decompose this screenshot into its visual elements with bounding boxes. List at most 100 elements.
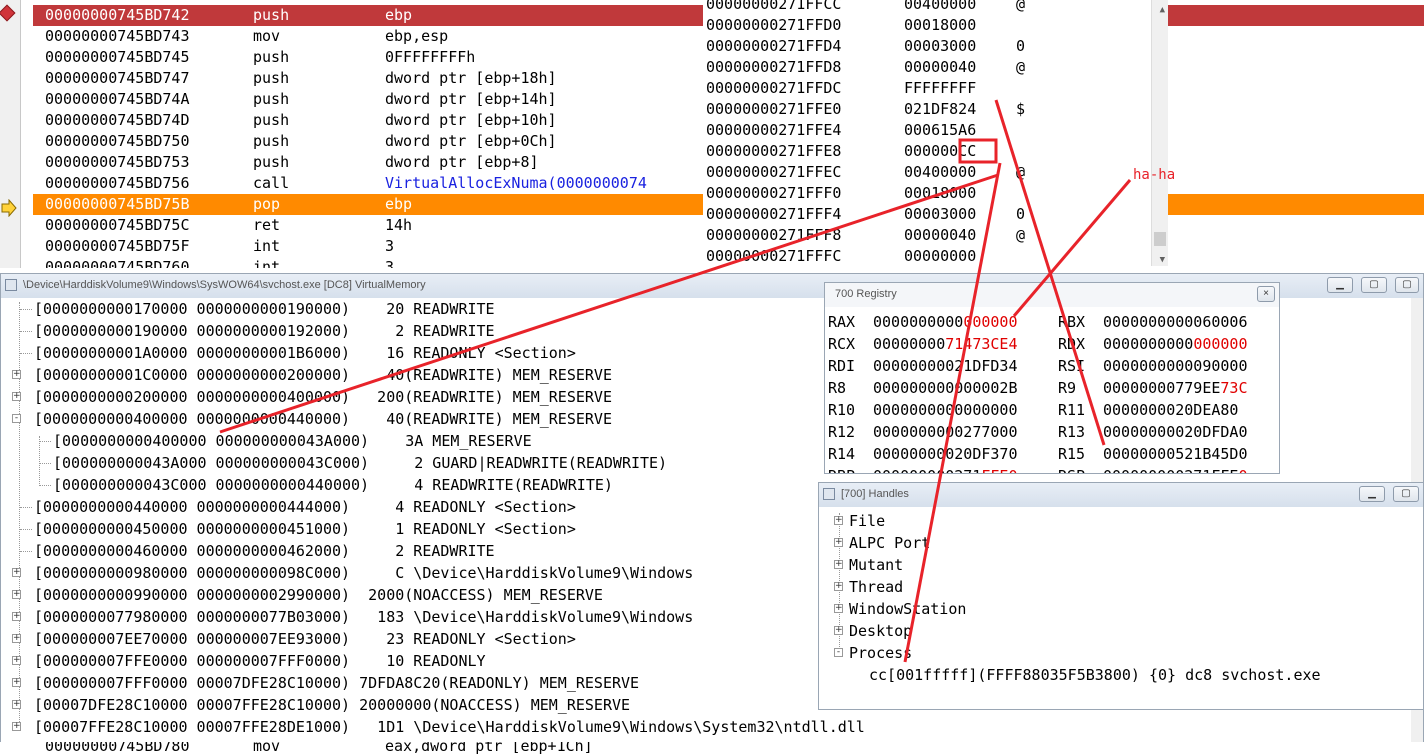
expand-icon[interactable]: + <box>12 656 21 665</box>
handle-group-file[interactable]: + File <box>834 510 885 532</box>
register-value[interactable]: 0000000000000000 <box>873 399 1018 421</box>
register-value[interactable]: 0000000000000000 <box>1103 333 1248 355</box>
expand-icon[interactable]: + <box>834 626 843 635</box>
memory-region-row[interactable]: [00000000001A0000 00000000001B6000) 16 R… <box>20 342 576 364</box>
expand-icon[interactable]: + <box>12 590 21 599</box>
expand-icon[interactable]: + <box>834 582 843 591</box>
register-value[interactable]: 0000000000000000 <box>873 311 1018 333</box>
memory-region-row[interactable]: + [00007FFE28C10000 00007FFE28DE1000) 1D1… <box>12 716 865 738</box>
process-handle-row[interactable]: cc[001fffff](FFFF88035F5B3800) {0} dc8 s… <box>869 664 1321 686</box>
memory-region-row[interactable]: + [00000000001C0000 0000000000200000) 40(… <box>12 364 612 386</box>
memory-region-row[interactable]: [0000000000450000 0000000000451000) 1 RE… <box>20 518 576 540</box>
maximize-button[interactable]: ▢ <box>1361 277 1387 293</box>
register-value[interactable]: 000000000271FFE0 <box>1103 465 1248 473</box>
memory-region-row[interactable]: + [000000007FFE0000 000000007FFF0000) 10 … <box>12 650 486 672</box>
expand-icon[interactable]: + <box>834 516 843 525</box>
register-value-unchanged: 0000000000277000 <box>873 423 1018 441</box>
memory-region-row[interactable]: [0000000000190000 0000000000192000) 2 RE… <box>20 320 495 342</box>
disasm-row[interactable]: 00000000745BD780 mov eax,dword ptr [ebp+… <box>33 742 1424 756</box>
process-handle-text: cc[001fffff](FFFF88035F5B3800) {0} dc8 s… <box>869 666 1321 684</box>
scroll-thumb[interactable] <box>1154 232 1166 246</box>
memory-region-row[interactable]: - [0000000000400000 0000000000440000) 40(… <box>12 408 612 430</box>
expand-icon[interactable]: + <box>12 700 21 709</box>
memory-region-row[interactable]: [000000000043A000 000000000043C000) 2 GU… <box>39 452 667 474</box>
registry-close-button[interactable]: × <box>1257 286 1275 302</box>
register-value[interactable]: 000000000000002B <box>873 377 1018 399</box>
stack-scrollbar[interactable]: ▲ ▼ <box>1151 0 1168 266</box>
handles-titlebar[interactable]: [700] Handles ▁ ▢ <box>819 483 1423 507</box>
expand-icon[interactable]: + <box>834 604 843 613</box>
register-value[interactable]: 0000000071473CE4 <box>873 333 1018 355</box>
register-value[interactable]: 000000000271FFE0 <box>873 465 1018 473</box>
stack-addr: 00000000271FFDC <box>706 79 842 97</box>
register-value[interactable]: 0000000000277000 <box>873 421 1018 443</box>
register-name: RBP <box>828 465 855 473</box>
handle-group-thread[interactable]: + Thread <box>834 576 903 598</box>
expand-icon[interactable]: + <box>12 370 21 379</box>
disasm-mn: int <box>253 258 281 268</box>
breakpoint-gutter[interactable] <box>0 0 21 268</box>
minimize-button[interactable]: ▁ <box>1327 277 1353 293</box>
register-name: R13 <box>1058 423 1086 441</box>
memory-region-row[interactable]: [0000000000170000 0000000000190000) 20 R… <box>20 298 495 320</box>
close-button[interactable]: ▢ <box>1395 277 1419 293</box>
memory-region-row[interactable]: + [0000000000200000 0000000000400000) 200… <box>12 386 612 408</box>
stack-addr: 00000000271FFD0 <box>706 16 842 34</box>
tree-guide-line <box>39 436 40 486</box>
disasm-mn: mov <box>253 27 281 45</box>
register-value[interactable]: 00000000021DFD34 <box>873 355 1018 377</box>
disasm-addr: 00000000745BD743 <box>45 27 190 45</box>
handle-group-label: ALPC Port <box>849 534 931 552</box>
handles-title: [700] Handles <box>841 488 909 500</box>
handle-group-alpc-port[interactable]: + ALPC Port <box>834 532 931 554</box>
handle-group-windowstation[interactable]: + WindowStation <box>834 598 966 620</box>
memory-region-row[interactable]: [0000000000460000 0000000000462000) 2 RE… <box>20 540 495 562</box>
stack-val: 021DF824 <box>904 100 977 118</box>
register-value[interactable]: 0000000020DEA80 <box>1103 399 1238 421</box>
disasm-op: 3 <box>385 258 395 268</box>
register-value-unchanged: 0000000000000000 <box>873 401 1018 419</box>
expand-icon[interactable]: + <box>12 612 21 621</box>
handle-group-process[interactable]: - Process <box>834 642 912 664</box>
memory-region-row[interactable]: + [00007DFE28C10000 00007FFE28C10000) 200… <box>12 694 630 716</box>
memory-region-row[interactable]: + [000000007FFF0000 00007DFE28C10000) 7DF… <box>12 672 639 694</box>
stack-view[interactable]: 00000000271FFCC 00400000 @00000000271FFD0 0… <box>703 0 1168 266</box>
collapse-icon[interactable]: - <box>834 648 843 657</box>
stack-addr: 00000000271FFF8 <box>706 226 842 244</box>
register-value[interactable]: 0000000000060006 <box>1103 311 1248 333</box>
memory-region-row[interactable]: + [0000000077980000 0000000077B03000) 183… <box>12 606 693 628</box>
memory-region-row[interactable]: [0000000000400000 000000000043A000) 3A M… <box>39 430 532 452</box>
expand-icon[interactable]: + <box>12 568 21 577</box>
expand-icon[interactable]: + <box>12 678 21 687</box>
memory-region-text: [0000000000980000 000000000098C000) C \D… <box>34 564 694 582</box>
expand-icon[interactable]: + <box>834 560 843 569</box>
handles-maximize-button[interactable]: ▢ <box>1393 486 1419 502</box>
memory-region-row[interactable]: + [000000007EE70000 000000007EE93000) 23 … <box>12 628 576 650</box>
expand-icon[interactable]: + <box>12 634 21 643</box>
expand-icon[interactable]: + <box>834 538 843 547</box>
collapse-icon[interactable]: - <box>12 414 21 423</box>
register-value[interactable]: 00000000020DF370 <box>873 443 1018 465</box>
registry-titlebar[interactable]: 700 Registry × <box>825 283 1279 307</box>
scroll-up-icon[interactable]: ▲ <box>1160 0 1165 21</box>
expand-icon[interactable]: + <box>12 392 21 401</box>
window-icon <box>823 488 835 500</box>
handles-minimize-button[interactable]: ▁ <box>1359 486 1385 502</box>
memory-region-row[interactable]: + [0000000000980000 000000000098C000) C \… <box>12 562 694 584</box>
expand-icon[interactable]: + <box>12 722 21 731</box>
register-value[interactable]: 00000000779EE73C <box>1103 377 1248 399</box>
memory-region-row[interactable]: + [0000000000990000 0000000002990000) 200… <box>12 584 603 606</box>
memory-region-text: [000000007EE70000 000000007EE93000) 23 R… <box>34 630 576 648</box>
disasm-mn: pop <box>253 195 281 213</box>
stack-addr: 00000000271FFD4 <box>706 37 842 55</box>
register-name: RBX <box>1058 313 1086 331</box>
register-value[interactable]: 00000000020DFDA0 <box>1103 421 1248 443</box>
register-value[interactable]: 00000000521B45D0 <box>1103 443 1248 465</box>
memory-region-row[interactable]: [000000000043C000 0000000000440000) 4 RE… <box>39 474 613 496</box>
handle-group-desktop[interactable]: + Desktop <box>834 620 912 642</box>
scroll-down-icon[interactable]: ▼ <box>1160 250 1165 266</box>
register-value[interactable]: 0000000000090000 <box>1103 355 1248 377</box>
memory-region-row[interactable]: [0000000000440000 0000000000444000) 4 RE… <box>20 496 576 518</box>
disasm-addr: 00000000745BD756 <box>45 174 190 192</box>
handle-group-mutant[interactable]: + Mutant <box>834 554 903 576</box>
